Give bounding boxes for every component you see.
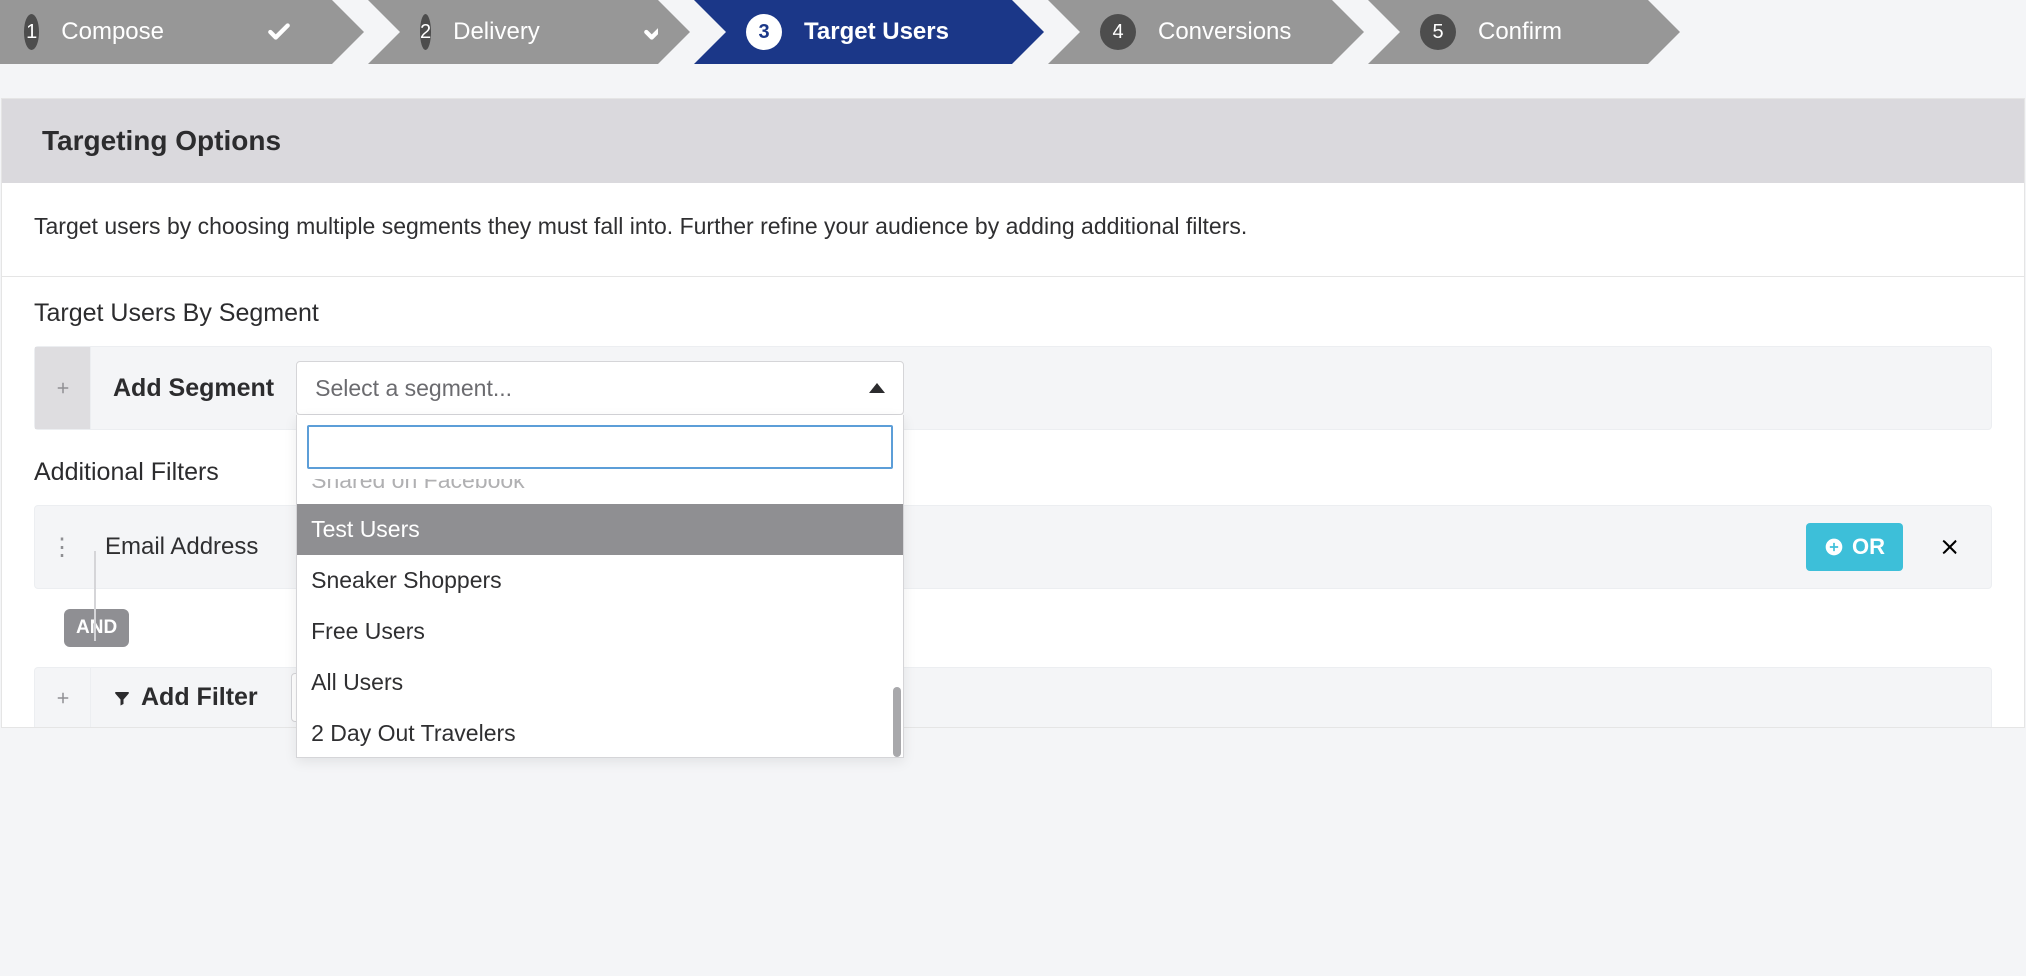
segment-search-input[interactable] xyxy=(307,425,893,469)
step-label: Compose xyxy=(61,18,164,46)
check-icon xyxy=(186,19,296,45)
step-label: Delivery xyxy=(453,18,540,46)
add-filter-label: Add Filter xyxy=(91,683,291,712)
dropdown-option[interactable]: Sneaker Shoppers xyxy=(297,555,903,606)
step-confirm[interactable]: 5 Confirm xyxy=(1368,0,1648,64)
dropdown-option[interactable]: Free Users xyxy=(297,606,903,657)
dropdown-option[interactable]: 2 Day Out Travelers xyxy=(297,708,903,757)
and-operator-badge: AND xyxy=(64,609,129,647)
step-number: 3 xyxy=(746,14,782,50)
step-label: Conversions xyxy=(1158,18,1291,46)
caret-up-icon xyxy=(869,383,885,393)
step-number: 4 xyxy=(1100,14,1136,50)
funnel-icon xyxy=(113,689,131,707)
segment-section: Target Users By Segment Add Segment Sele… xyxy=(2,277,2024,727)
dropdown-scrollbar[interactable] xyxy=(893,687,901,757)
panel-description: Target users by choosing multiple segmen… xyxy=(2,183,2024,277)
dropdown-search-wrap xyxy=(297,415,903,479)
step-label: Confirm xyxy=(1478,18,1562,46)
remove-filter-button[interactable] xyxy=(1903,536,1991,558)
filter-field-label: Email Address xyxy=(91,533,286,561)
step-target-users[interactable]: 3 Target Users xyxy=(694,0,1012,64)
check-icon xyxy=(562,19,672,45)
segment-dropdown-button[interactable]: Select a segment... xyxy=(296,361,904,415)
add-segment-row: Add Segment Select a segment... Shared o… xyxy=(34,346,1992,430)
add-segment-plus-button[interactable] xyxy=(35,347,91,429)
panel-title: Targeting Options xyxy=(42,125,1984,157)
step-compose[interactable]: 1 Compose xyxy=(0,0,332,64)
close-icon xyxy=(1939,536,1961,558)
step-delivery[interactable]: 2 Delivery xyxy=(368,0,658,64)
targeting-options-panel: Targeting Options Target users by choosi… xyxy=(1,98,2025,728)
add-filter-text: Add Filter xyxy=(141,683,258,712)
add-filter-plus-button[interactable] xyxy=(35,667,91,727)
step-number: 2 xyxy=(420,14,431,50)
add-segment-label: Add Segment xyxy=(91,374,296,403)
panel-header: Targeting Options xyxy=(2,99,2024,183)
step-label: Target Users xyxy=(804,18,949,46)
drag-handle-icon[interactable]: ⋮ xyxy=(35,506,91,588)
step-conversions[interactable]: 4 Conversions xyxy=(1048,0,1332,64)
or-button-label: OR xyxy=(1852,534,1885,560)
connector-line xyxy=(94,551,96,641)
dropdown-placeholder: Select a segment... xyxy=(315,375,512,402)
dropdown-list[interactable]: Shared on Facebook Test Users Sneaker Sh… xyxy=(297,479,903,757)
dropdown-option[interactable]: All Users xyxy=(297,657,903,708)
step-number: 5 xyxy=(1420,14,1456,50)
dropdown-option[interactable]: Test Users xyxy=(297,504,903,555)
segment-dropdown-panel: Shared on Facebook Test Users Sneaker Sh… xyxy=(296,415,904,758)
segment-dropdown: Select a segment... Shared on Facebook T… xyxy=(296,361,904,415)
dropdown-option[interactable]: Shared on Facebook xyxy=(297,479,903,504)
add-or-button[interactable]: OR xyxy=(1806,523,1903,571)
step-number: 1 xyxy=(24,14,39,50)
wizard-stepper: 1 Compose 2 Delivery 3 Target Users 4 Co… xyxy=(0,0,2026,64)
plus-circle-icon xyxy=(1824,537,1844,557)
segment-section-title: Target Users By Segment xyxy=(34,299,1992,328)
